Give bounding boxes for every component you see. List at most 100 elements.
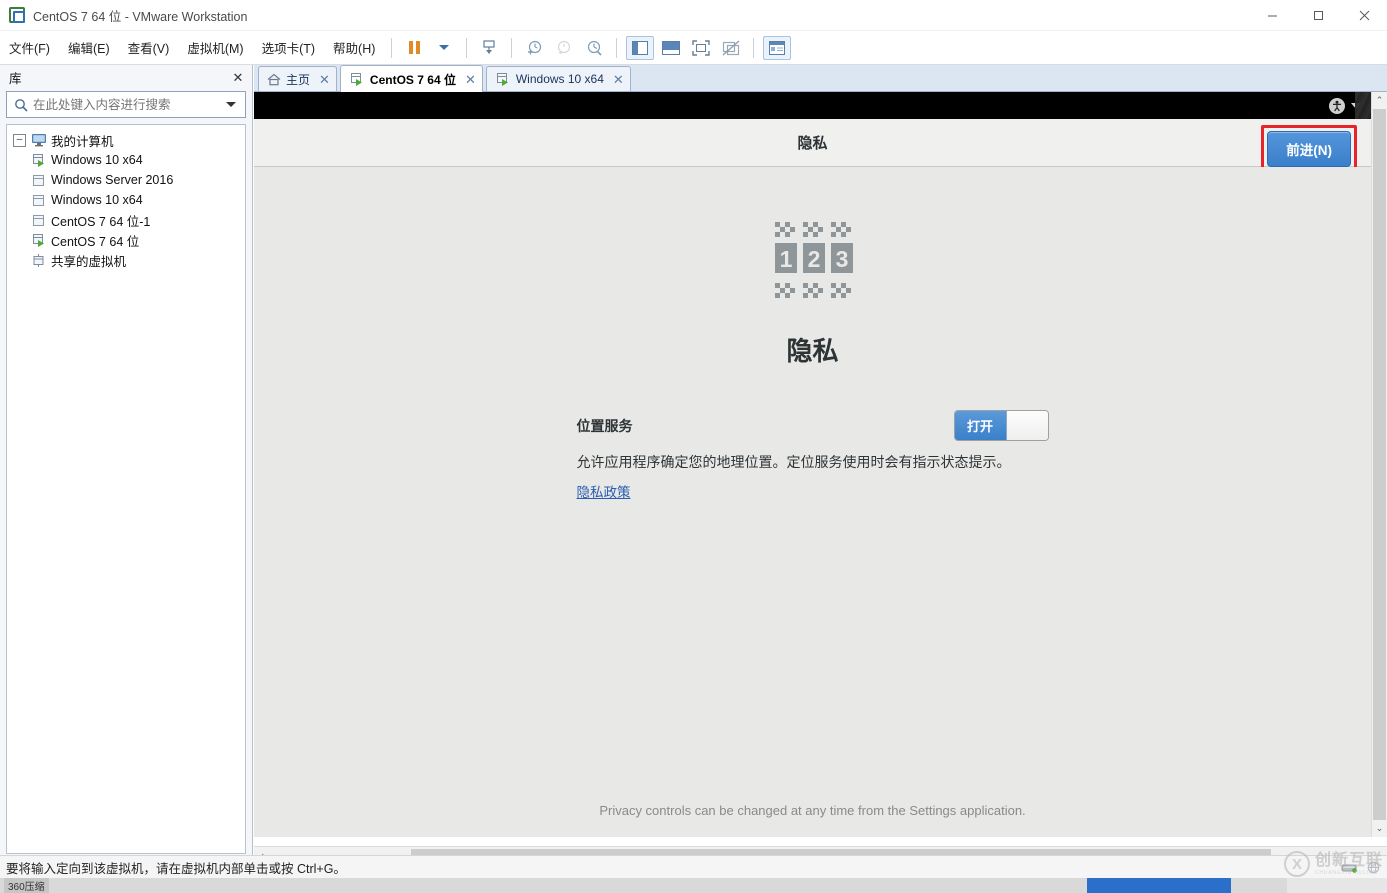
tree-item-label: Windows Server 2016 xyxy=(51,173,174,187)
vm-icon xyxy=(30,193,48,208)
tree-item-windows-10-x64-2[interactable]: Windows 10 x64 xyxy=(11,190,241,210)
tree-item-label: 我的计算机 xyxy=(51,134,114,149)
toolbar-separator xyxy=(616,37,618,58)
vmware-icon xyxy=(9,7,25,23)
privacy-policy-link[interactable]: 隐私政策 xyxy=(577,481,631,501)
close-icon[interactable]: ✕ xyxy=(613,73,624,86)
privacy-footer-note: Privacy controls can be changed at any t… xyxy=(599,803,1026,818)
tree-item-my-computer[interactable]: – 我的计算机 xyxy=(11,130,241,150)
vertical-scroll-thumb[interactable] xyxy=(1373,109,1386,820)
location-services-block: 位置服务 打开 允许应用程序确定您的地理位置。定位服务使用时会有指示状态提示。 … xyxy=(577,410,1049,501)
my-computer-icon xyxy=(30,133,48,147)
library-header: 库 ✕ xyxy=(0,65,252,89)
tree-item-label: Windows 10 x64 xyxy=(51,153,143,167)
tree-item-label: CentOS 7 64 位 xyxy=(51,234,140,249)
tree-item-centos-7-64-1[interactable]: CentOS 7 64 位-1 xyxy=(11,210,241,230)
svg-text:1: 1 xyxy=(779,246,792,272)
toggle-state-label: 打开 xyxy=(954,411,1007,440)
gnome-top-bar xyxy=(254,92,1371,119)
watermark-name: 创新互联 xyxy=(1314,851,1383,869)
accessibility-icon[interactable] xyxy=(1329,97,1345,114)
close-button[interactable] xyxy=(1341,0,1387,31)
library-panel: 库 ✕ – xyxy=(0,65,253,863)
expander-icon[interactable]: – xyxy=(13,133,26,147)
location-services-toggle[interactable]: 打开 xyxy=(953,410,1049,441)
toolbar-separator xyxy=(391,37,393,58)
vm-area: 主页 ✕ CentOS 7 64 位 ✕ Windows 10 x64 ✕ 隐私… xyxy=(254,65,1387,863)
tab-label: CentOS 7 64 位 xyxy=(369,72,456,87)
snapshot-manager-icon[interactable] xyxy=(581,36,607,60)
tab-centos-7-64[interactable]: CentOS 7 64 位 ✕ xyxy=(339,65,483,92)
library-title: 库 xyxy=(9,71,22,86)
close-icon[interactable]: ✕ xyxy=(230,69,246,85)
menu-edit[interactable]: 编辑(E) xyxy=(59,34,119,61)
privacy-123-icon: 1 2 3 xyxy=(766,214,859,309)
watermark-subtitle: CHUANGXIN HULIAN xyxy=(1314,869,1378,876)
forward-button-highlight: 前进(N) xyxy=(1261,125,1357,173)
shared-vms-icon xyxy=(30,253,48,268)
library-search[interactable] xyxy=(6,91,246,118)
scroll-up-button[interactable]: ⌃ xyxy=(1372,92,1387,109)
menu-vm[interactable]: 虚拟机(M) xyxy=(178,34,252,61)
gnome-header-bar: 隐私 前进(N) xyxy=(254,119,1371,173)
vm-running-icon xyxy=(349,72,365,87)
location-services-label: 位置服务 xyxy=(576,417,633,434)
tab-label: 主页 xyxy=(286,72,311,87)
watermark-logo-icon: X xyxy=(1283,851,1310,877)
show-thumbnail-bar-icon[interactable] xyxy=(658,36,684,60)
vmware-workstation-window: CentOS 7 64 位 - VMware Workstation 文件(F)… xyxy=(0,0,1387,893)
expander-placeholder xyxy=(13,254,26,267)
scroll-down-button[interactable]: ⌄ xyxy=(1372,820,1387,837)
home-icon xyxy=(267,73,281,86)
menu-file[interactable]: 文件(F) xyxy=(0,34,59,61)
menu-tabs[interactable]: 选项卡(T) xyxy=(253,34,324,61)
guest-screen[interactable]: 隐私 前进(N) 1 2 3 隐私 位置服务 打开 允许应用程序确定您的地理位置… xyxy=(254,92,1371,837)
tree-item-shared-vms[interactable]: 共享的虚拟机 xyxy=(11,250,241,270)
revert-snapshot-icon[interactable] xyxy=(551,36,577,60)
vm-icon xyxy=(30,213,48,228)
chevron-down-icon[interactable] xyxy=(226,102,236,107)
search-input[interactable] xyxy=(31,96,226,113)
library-tree[interactable]: – 我的计算机 Windows 10 x64 Windows Server 20… xyxy=(6,124,246,854)
take-snapshot-icon[interactable] xyxy=(521,36,547,60)
pause-icon[interactable] xyxy=(401,36,427,60)
tab-strip: 主页 ✕ CentOS 7 64 位 ✕ Windows 10 x64 ✕ xyxy=(254,65,1387,92)
menu-view[interactable]: 查看(V) xyxy=(119,34,179,61)
location-services-description: 允许应用程序确定您的地理位置。定位服务使用时会有指示状态提示。 xyxy=(576,454,1011,470)
vm-running-icon xyxy=(495,72,511,87)
watermark: X 创新互联 CHUANGXIN HULIAN xyxy=(1283,851,1383,877)
power-dropdown-icon[interactable] xyxy=(431,36,457,60)
console-view-icon[interactable] xyxy=(763,35,792,60)
tab-windows-10-x64[interactable]: Windows 10 x64 ✕ xyxy=(485,66,631,91)
tree-item-centos-7-64[interactable]: CentOS 7 64 位 xyxy=(11,230,241,250)
forward-button[interactable]: 前进(N) xyxy=(1267,131,1351,167)
minimize-button[interactable] xyxy=(1249,0,1295,31)
vm-running-icon xyxy=(30,153,48,168)
gnome-content: 1 2 3 隐私 位置服务 打开 允许应用程序确定您的地理位置。定位服务使用时会… xyxy=(254,167,1371,837)
close-icon[interactable]: ✕ xyxy=(465,73,476,86)
show-library-icon[interactable] xyxy=(626,35,655,60)
full-screen-icon[interactable] xyxy=(688,36,714,60)
unity-mode-icon[interactable] xyxy=(718,36,744,60)
tree-item-windows-server-2016[interactable]: Windows Server 2016 xyxy=(11,170,241,190)
taskbar-active-window[interactable] xyxy=(1087,878,1231,893)
menu-bar: 文件(F) 编辑(E) 查看(V) 虚拟机(M) 选项卡(T) 帮助(H) xyxy=(0,31,1387,65)
watermark-text: 创新互联 CHUANGXIN HULIAN xyxy=(1314,851,1383,876)
send-ctrl-alt-del-icon[interactable] xyxy=(476,36,502,60)
tree-item-windows-10-x64-1[interactable]: Windows 10 x64 xyxy=(11,150,241,170)
vertical-scrollbar[interactable]: ⌃ ⌄ xyxy=(1371,92,1387,837)
menu-help[interactable]: 帮助(H) xyxy=(324,34,384,61)
tree-item-label: 共享的虚拟机 xyxy=(51,254,127,269)
maximize-button[interactable] xyxy=(1295,0,1341,31)
privacy-heading: 隐私 xyxy=(786,336,839,366)
status-message: 要将输入定向到该虚拟机，请在虚拟机内部单击或按 Ctrl+G。 xyxy=(6,861,346,876)
taskbar-app-360[interactable]: 360压缩 xyxy=(4,878,49,893)
windows-taskbar: 360压缩 xyxy=(0,878,1387,893)
taskbar-tray[interactable] xyxy=(1287,878,1387,893)
close-icon[interactable]: ✕ xyxy=(319,73,330,86)
window-controls xyxy=(1249,0,1387,31)
tab-home[interactable]: 主页 ✕ xyxy=(258,66,337,91)
toolbar-separator xyxy=(466,37,468,58)
tree-item-label: CentOS 7 64 位-1 xyxy=(51,214,151,229)
search-icon xyxy=(11,98,31,112)
